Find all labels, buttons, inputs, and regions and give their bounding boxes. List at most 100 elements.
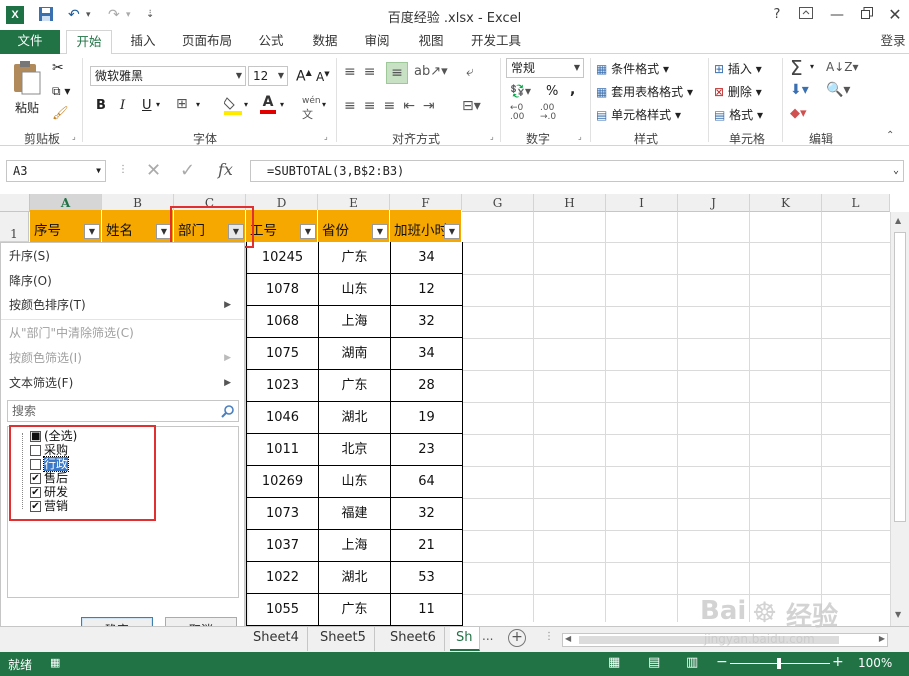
menu-clear-filter[interactable]: 从"部门"中清除筛选(C) bbox=[9, 323, 134, 343]
format-cells-button[interactable]: ▤ 格式 ▾ bbox=[714, 106, 763, 123]
macro-record-icon[interactable]: ▦ bbox=[50, 656, 60, 669]
increase-font-icon[interactable]: A▲ bbox=[296, 68, 312, 85]
filter-item-marketing[interactable]: ✔ 营销 bbox=[30, 499, 68, 513]
column-header-k[interactable]: K bbox=[750, 194, 822, 212]
cell-id[interactable]: 1046 bbox=[246, 402, 319, 434]
filter-dropdown-button[interactable]: ▼ bbox=[444, 224, 460, 239]
scroll-down-icon[interactable]: ▼ bbox=[895, 610, 901, 619]
select-all-corner[interactable] bbox=[0, 194, 30, 212]
cell-styles-button[interactable]: ▤ 单元格样式 ▾ bbox=[596, 106, 681, 123]
font-launcher-icon[interactable]: ⌟ bbox=[324, 132, 328, 141]
sheet-tab-active[interactable]: Sh bbox=[450, 627, 480, 651]
font-name-combo[interactable]: 微软雅黑 ▼ bbox=[90, 66, 246, 86]
filter-item-admin[interactable]: 行政 bbox=[30, 456, 70, 472]
percent-button[interactable]: % bbox=[546, 84, 558, 99]
cell-prov[interactable]: 湖北 bbox=[318, 562, 391, 594]
cell-id[interactable]: 1023 bbox=[246, 370, 319, 402]
bold-button[interactable]: B bbox=[96, 98, 106, 113]
row-header-1[interactable]: 1 bbox=[0, 212, 29, 242]
cell-hours[interactable]: 21 bbox=[390, 530, 463, 562]
cell-prov[interactable]: 广东 bbox=[318, 242, 391, 274]
scroll-up-icon[interactable]: ▲ bbox=[895, 216, 901, 225]
menu-sort-ascending[interactable]: 升序(S) bbox=[9, 246, 50, 266]
merge-center-icon[interactable]: ⊟▾ bbox=[462, 98, 481, 114]
fill-color-dropdown-icon[interactable]: ▾ bbox=[244, 100, 248, 109]
name-box[interactable]: A3 ▼ bbox=[6, 160, 106, 182]
filter-dropdown-button[interactable]: ▼ bbox=[84, 224, 100, 239]
new-sheet-icon[interactable]: + bbox=[508, 629, 526, 647]
cell-hours[interactable]: 32 bbox=[390, 306, 463, 338]
cell-id[interactable]: 1075 bbox=[246, 338, 319, 370]
number-format-combo[interactable]: 常规 ▼ bbox=[506, 58, 584, 78]
cell-id[interactable]: 1011 bbox=[246, 434, 319, 466]
phonetic-dropdown-icon[interactable]: ▾ bbox=[322, 100, 326, 109]
cell-id[interactable]: 1078 bbox=[246, 274, 319, 306]
checkbox-partial[interactable]: ■ bbox=[30, 431, 41, 442]
formula-input[interactable]: =SUBTOTAL(3,B$2:B3) ⌄ bbox=[250, 160, 904, 182]
redo-icon[interactable]: ↷ bbox=[108, 6, 120, 24]
orientation-icon[interactable]: ab↗▾ bbox=[414, 64, 448, 79]
filter-dropdown-button[interactable]: ▼ bbox=[300, 224, 316, 239]
checkbox-checked[interactable]: ✔ bbox=[30, 501, 41, 512]
sheet-tab-sheet6[interactable]: Sheet6 bbox=[382, 627, 445, 651]
wrap-text-icon[interactable]: ⤶ bbox=[466, 64, 474, 80]
checkbox-checked[interactable]: ✔ bbox=[30, 487, 41, 498]
filter-dropdown-button[interactable]: ▼ bbox=[156, 224, 172, 239]
column-header-i[interactable]: I bbox=[606, 194, 678, 212]
sheet-tab-sheet4[interactable]: Sheet4 bbox=[245, 627, 308, 651]
tab-data[interactable]: 数据 bbox=[306, 30, 344, 54]
save-icon[interactable] bbox=[38, 6, 54, 24]
cell-hours[interactable]: 23 bbox=[390, 434, 463, 466]
help-button[interactable]: ? bbox=[766, 4, 788, 26]
cell-hours[interactable]: 32 bbox=[390, 498, 463, 530]
fill-icon[interactable]: ⬇▾ bbox=[790, 82, 809, 98]
decrease-font-icon[interactable]: A▼ bbox=[316, 70, 330, 84]
page-break-view-icon[interactable]: ▥ bbox=[686, 655, 698, 670]
autosum-dropdown-icon[interactable]: ▾ bbox=[810, 62, 814, 71]
normal-view-icon[interactable]: ▦ bbox=[608, 655, 620, 670]
filter-item-rnd[interactable]: ✔ 研发 bbox=[30, 485, 68, 499]
checkbox-unchecked[interactable] bbox=[30, 445, 41, 456]
horizontal-scrollbar-thumb[interactable] bbox=[579, 636, 839, 644]
tab-developer[interactable]: 开发工具 bbox=[464, 30, 528, 54]
phonetic-button[interactable]: wén 文 bbox=[302, 96, 321, 122]
customize-qat-icon[interactable]: ⇣ bbox=[146, 6, 154, 24]
restore-icon[interactable] bbox=[856, 4, 878, 26]
undo-dropdown-icon[interactable]: ▾ bbox=[86, 6, 91, 24]
find-select-icon[interactable]: 🔍▾ bbox=[826, 82, 850, 98]
tab-insert[interactable]: 插入 bbox=[124, 30, 162, 54]
alignment-launcher-icon[interactable]: ⌟ bbox=[490, 132, 494, 141]
cell-prov[interactable]: 湖南 bbox=[318, 338, 391, 370]
number-launcher-icon[interactable]: ⌟ bbox=[578, 132, 582, 141]
copy-icon[interactable]: ⧉ ▾ bbox=[52, 84, 70, 99]
borders-icon[interactable]: ⊞ bbox=[176, 96, 188, 112]
tab-review[interactable]: 审阅 bbox=[358, 30, 396, 54]
confirm-entry-icon[interactable]: ✓ bbox=[180, 160, 195, 181]
cell-prov[interactable]: 上海 bbox=[318, 530, 391, 562]
cell-hours[interactable]: 64 bbox=[390, 466, 463, 498]
checkbox-checked[interactable]: ✔ bbox=[30, 473, 41, 484]
filter-item-after-sales[interactable]: ✔ 售后 bbox=[30, 471, 68, 485]
cell-hours[interactable]: 34 bbox=[390, 242, 463, 274]
cell-prov[interactable]: 山东 bbox=[318, 274, 391, 306]
font-color-button[interactable]: A bbox=[260, 94, 276, 116]
scrollbar-thumb[interactable] bbox=[894, 232, 906, 522]
tab-file[interactable]: 文件 bbox=[0, 30, 60, 54]
more-sheets-icon[interactable]: ... bbox=[482, 629, 493, 643]
sign-in-link[interactable]: 登录 bbox=[876, 30, 909, 54]
format-painter-icon[interactable]: 🖌 bbox=[52, 106, 69, 121]
cell-prov[interactable]: 广东 bbox=[318, 370, 391, 402]
cell-hours[interactable]: 28 bbox=[390, 370, 463, 402]
cell-prov[interactable]: 上海 bbox=[318, 306, 391, 338]
tab-formulas[interactable]: 公式 bbox=[252, 30, 290, 54]
menu-sort-descending[interactable]: 降序(O) bbox=[9, 271, 52, 291]
scroll-right-icon[interactable]: ▶ bbox=[879, 634, 885, 643]
cell-hours[interactable]: 53 bbox=[390, 562, 463, 594]
minimize-icon[interactable]: — bbox=[826, 4, 848, 26]
menu-text-filters[interactable]: 文本筛选(F) ▶ bbox=[9, 373, 239, 393]
tab-home[interactable]: 开始 bbox=[66, 30, 112, 55]
zoom-level[interactable]: 100% bbox=[858, 656, 892, 670]
cell-id[interactable]: 1022 bbox=[246, 562, 319, 594]
insert-cells-button[interactable]: ⊞ 插入 ▾ bbox=[714, 60, 762, 77]
clear-icon[interactable]: ◆▾ bbox=[790, 106, 807, 121]
